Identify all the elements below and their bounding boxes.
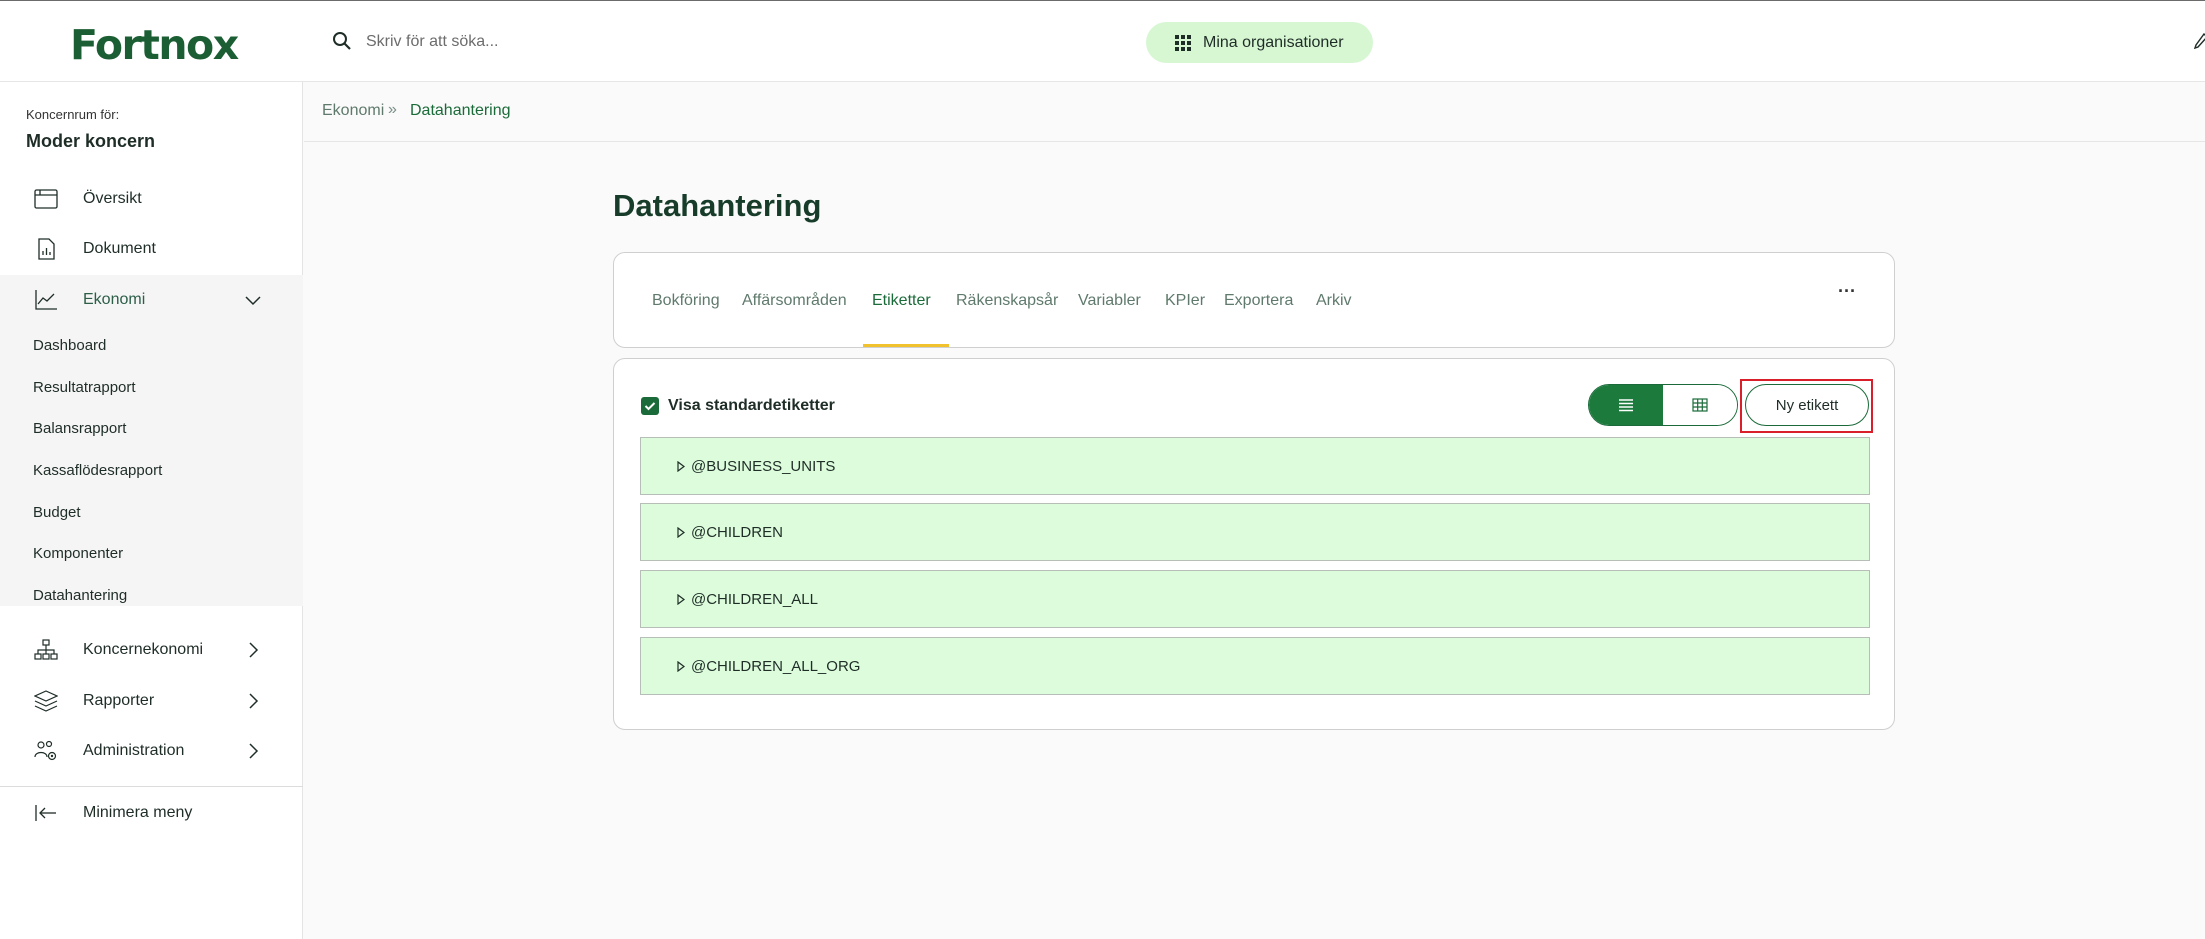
tab-variables[interactable]: Variabler (1078, 292, 1141, 310)
breadcrumb-economy[interactable]: Ekonomi (322, 102, 384, 120)
show-standard-labels-checkbox[interactable] (641, 397, 659, 415)
sidebar-item-label: Rapporter (83, 692, 155, 709)
sidebar-item-group-economy[interactable]: Koncernekonomi (0, 625, 303, 675)
sidebar-item-label: Administration (83, 742, 185, 759)
sidebar-item-economy[interactable]: Ekonomi (0, 275, 303, 325)
table-icon (1692, 398, 1708, 412)
layers-icon (34, 690, 58, 712)
top-header: Fortnox Mina organisationer (0, 0, 2205, 82)
list-view-button[interactable] (1589, 385, 1663, 425)
label-row-text: @BUSINESS_UNITS (691, 457, 836, 475)
label-row-children-all-org[interactable]: @CHILDREN_ALL_ORG (640, 637, 1870, 695)
breadcrumb: Ekonomi » Datahantering (304, 82, 2205, 142)
label-row-text: @CHILDREN_ALL (691, 590, 818, 608)
sidebar-item-label: Dokument (83, 240, 156, 257)
submenu-item-balance-report[interactable]: Balansrapport (33, 420, 126, 437)
sidebar-item-label: Ekonomi (83, 291, 146, 308)
submenu-item-dashboard[interactable]: Dashboard (33, 337, 106, 354)
new-label-button[interactable]: Ny etikett (1745, 384, 1869, 426)
sidebar-item-administration[interactable]: Administration (0, 726, 303, 776)
chevron-right-icon (249, 743, 259, 759)
users-gear-icon (34, 740, 57, 761)
submenu-item-result-report[interactable]: Resultatrapport (33, 379, 136, 396)
submenu-item-data-management[interactable]: Datahantering (33, 587, 127, 604)
view-toggle (1588, 384, 1738, 426)
tab-kpis[interactable]: KPIer (1165, 292, 1205, 310)
label-row-text: @CHILDREN (691, 523, 783, 541)
checkmark-icon (644, 402, 656, 411)
list-icon (1619, 399, 1633, 412)
tab-bookkeeping[interactable]: Bokföring (652, 292, 720, 310)
line-chart-icon (35, 290, 57, 310)
expand-triangle-icon (677, 527, 685, 538)
submenu-item-cashflow-report[interactable]: Kassaflödesrapport (33, 462, 162, 479)
submenu-item-components[interactable]: Komponenter (33, 545, 123, 562)
page-title: Datahantering (613, 188, 822, 223)
tab-labels[interactable]: Etiketter (872, 292, 931, 310)
expand-triangle-icon (677, 461, 685, 472)
active-tab-indicator (863, 344, 949, 347)
sidebar-divider (0, 786, 303, 787)
grid-icon (1175, 34, 1191, 51)
labels-panel: Visa standardetiketter Ny etikett @BUSIN… (613, 358, 1895, 730)
chevron-down-icon (245, 296, 261, 306)
table-view-button[interactable] (1663, 385, 1737, 425)
submenu-item-budget[interactable]: Budget (33, 504, 81, 521)
tab-export[interactable]: Exportera (1224, 292, 1293, 310)
label-row-children[interactable]: @CHILDREN (640, 503, 1870, 561)
tabs-card: Bokföring Affärsområden Etiketter Räkens… (613, 252, 1895, 348)
sidebar: Koncernrum för: Moder koncern Översikt D… (0, 82, 303, 939)
document-chart-icon (38, 238, 55, 260)
tab-business-areas[interactable]: Affärsområden (742, 292, 847, 310)
breadcrumb-separator: » (388, 101, 397, 118)
fortnox-logo[interactable]: Fortnox (70, 21, 239, 69)
expand-triangle-icon (677, 661, 685, 672)
sidebar-item-label: Översikt (83, 190, 142, 207)
sidebar-item-overview[interactable]: Översikt (0, 174, 303, 224)
company-name: Moder koncern (26, 131, 156, 151)
tab-fiscal-years[interactable]: Räkenskapsår (956, 292, 1058, 310)
search-icon (333, 32, 351, 50)
my-organisations-button[interactable]: Mina organisationer (1146, 22, 1373, 63)
group-room-caption: Koncernrum för: (26, 107, 120, 122)
search-input[interactable] (352, 25, 852, 59)
chevron-right-icon (249, 693, 259, 709)
label-row-text: @CHILDREN_ALL_ORG (691, 657, 861, 675)
sidebar-item-reports[interactable]: Rapporter (0, 676, 303, 726)
label-row-children-all[interactable]: @CHILDREN_ALL (640, 570, 1870, 628)
label-row-business-units[interactable]: @BUSINESS_UNITS (640, 437, 1870, 495)
breadcrumb-current: Datahantering (410, 102, 511, 119)
expand-triangle-icon (677, 594, 685, 605)
sidebar-item-label: Koncernekonomi (83, 641, 204, 658)
minimize-menu-label: Minimera meny (83, 804, 193, 821)
calendar-icon (34, 189, 58, 209)
more-options-button[interactable]: ··· (1832, 281, 1862, 311)
show-standard-labels-label: Visa standardetiketter (668, 397, 835, 414)
org-tree-icon (34, 639, 58, 660)
edit-icon[interactable] (2194, 33, 2205, 51)
chevron-right-icon (249, 642, 259, 658)
minimize-menu-button[interactable]: Minimera meny (0, 788, 303, 838)
tab-archive[interactable]: Arkiv (1316, 292, 1352, 310)
collapse-left-icon (35, 805, 56, 821)
my-organisations-label: Mina organisationer (1203, 33, 1344, 51)
sidebar-item-documents[interactable]: Dokument (0, 224, 303, 274)
